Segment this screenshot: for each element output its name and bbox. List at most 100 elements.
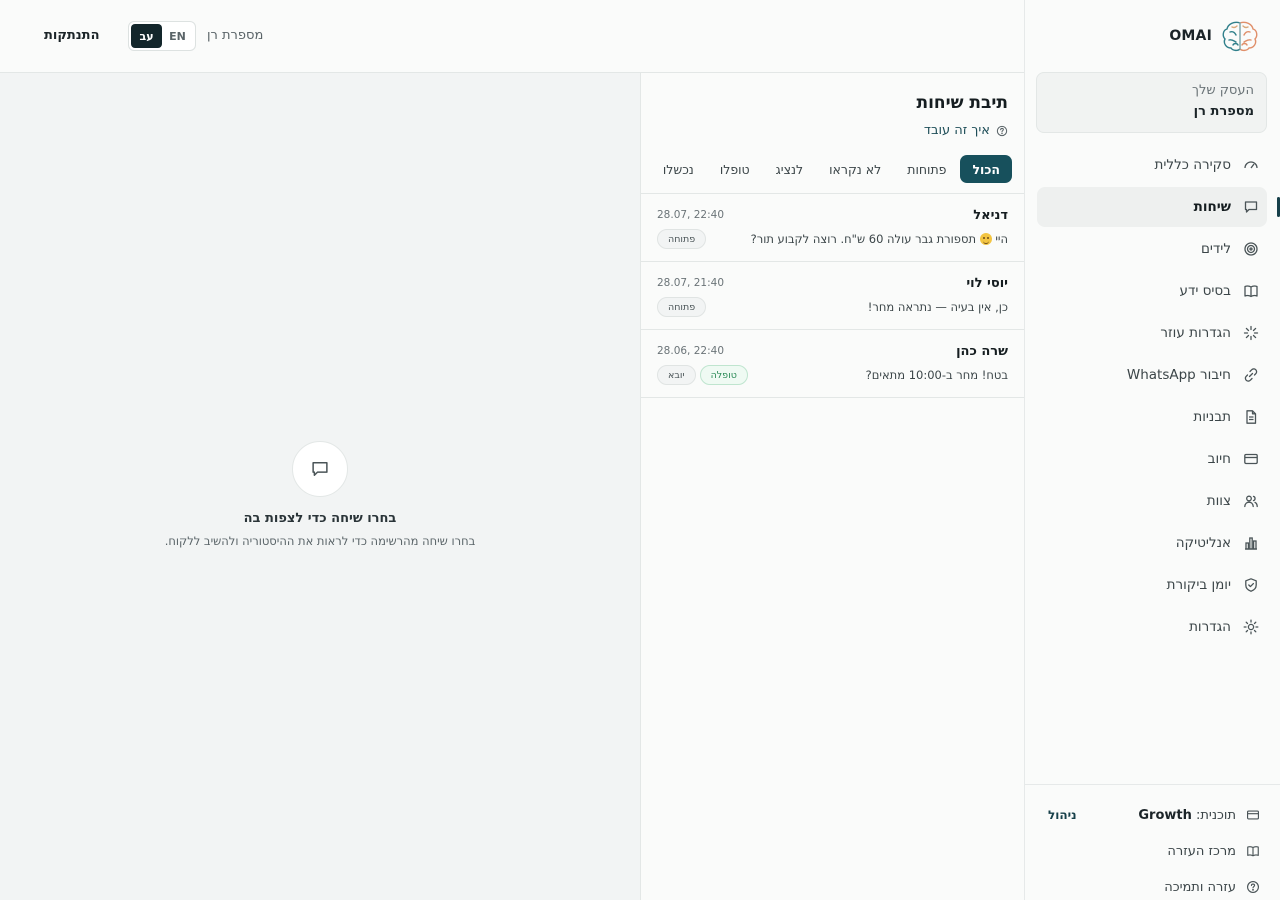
gear-icon	[1243, 619, 1259, 635]
credit-card-icon	[1243, 451, 1259, 467]
plan-prefix: תוכנית:	[1196, 807, 1236, 823]
support-label: עזרה ותמיכה	[1164, 879, 1236, 895]
help-circle-icon	[996, 125, 1008, 137]
preview-text-end: תספורת גבר עולה 60 ש"ח. רוצה לקבוע תור?	[750, 232, 977, 246]
conversation-row[interactable]: דניאל 28.07, 22:40 היי תספורת גבר עולה 6…	[641, 194, 1024, 262]
sidebar-item-label: תבניות	[1193, 409, 1231, 425]
filter-tabs: הכול פתוחות לא נקראו לנציג טופלו נכשלו	[651, 155, 1012, 183]
sidebar-nav: סקירה כללית שיחות לידים בסיס ידע הגדרות …	[1024, 145, 1280, 649]
business-name: מספרת רן	[1193, 104, 1254, 119]
help-circle-icon	[1246, 880, 1260, 894]
sidebar-item-conversations[interactable]: שיחות	[1037, 187, 1280, 227]
document-icon	[1243, 409, 1259, 425]
chat-icon	[1243, 199, 1259, 215]
sidebar-item-leads[interactable]: לידים	[1037, 229, 1267, 269]
conversation-row[interactable]: יוסי לוי 28.07, 21:40 כן, אין בעיה — נתר…	[641, 262, 1024, 330]
topbar: מספרת רן עב EN התנתקות	[0, 0, 1024, 73]
filter-open[interactable]: פתוחות	[895, 155, 958, 183]
plan-name: Growth	[1138, 807, 1192, 823]
book-icon	[1246, 844, 1260, 858]
sidebar-item-knowledge-base[interactable]: בסיס ידע	[1037, 271, 1267, 311]
conversation-preview: היי תספורת גבר עולה 60 ש"ח. רוצה לקבוע ת…	[751, 232, 1008, 246]
page-title: תיבת שיחות	[916, 93, 1008, 113]
imported-badge: יובא	[657, 365, 696, 385]
sidebar-item-analytics[interactable]: אנליטיקה	[1037, 523, 1267, 563]
conversation-name: יוסי לוי	[966, 276, 1008, 291]
link-icon	[1243, 367, 1259, 383]
how-it-works-link[interactable]: איך זה עובד	[924, 123, 1008, 138]
book-icon	[1243, 283, 1259, 299]
sidebar-item-label: הגדרות	[1189, 619, 1231, 635]
support-link[interactable]: עזרה ותמיכה	[1024, 869, 1280, 900]
smile-emoji-icon	[979, 233, 992, 245]
filter-all[interactable]: הכול	[960, 155, 1012, 183]
sidebar: OMAI העסק שלך מספרת רן סקירה כללית שיחות…	[1024, 0, 1280, 900]
sidebar-item-label: הגדרות עוזר	[1160, 325, 1231, 341]
sidebar-item-billing[interactable]: חיוב	[1037, 439, 1267, 479]
plan-row: תוכנית: Growth ניהול	[1024, 797, 1280, 833]
sidebar-item-audit-log[interactable]: יומן ביקורת	[1037, 565, 1267, 605]
chat-icon	[310, 459, 330, 479]
bar-chart-icon	[1243, 535, 1259, 551]
empty-state-icon-wrap	[292, 441, 348, 497]
sidebar-item-label: לידים	[1200, 241, 1231, 257]
manage-plan-link[interactable]: ניהול	[1048, 808, 1077, 822]
sidebar-item-label: חיבור WhatsApp	[1126, 367, 1231, 383]
conversation-row[interactable]: שרה כהן 28.06, 22:40 בטח! מחר ב-10:00 מת…	[641, 330, 1024, 398]
conversation-time: 28.07, 21:40	[657, 277, 724, 289]
sidebar-item-templates[interactable]: תבניות	[1037, 397, 1267, 437]
conversation-name: שרה כהן	[956, 344, 1008, 359]
lang-english-button[interactable]: EN	[162, 24, 193, 48]
sidebar-item-label: בסיס ידע	[1179, 283, 1231, 299]
conversation-preview: כן, אין בעיה — נתראה מחר!	[867, 300, 1008, 314]
logout-button[interactable]: התנתקות	[44, 28, 100, 43]
business-card[interactable]: העסק שלך מספרת רן	[1036, 72, 1267, 133]
conversation-badges: פתוחה	[657, 297, 707, 317]
filter-unread[interactable]: לא נקראו	[817, 155, 893, 183]
lang-hebrew-button[interactable]: עב	[131, 24, 162, 48]
sidebar-item-assistant-settings[interactable]: הגדרות עוזר	[1037, 313, 1267, 353]
conversation-badges: יובא טופלה	[657, 365, 748, 385]
filter-failed[interactable]: נכשלו	[651, 155, 706, 183]
business-label: העסק שלך	[1191, 83, 1254, 98]
sidebar-footer: תוכנית: Growth ניהול מרכז העזרה עזרה ותמ…	[1024, 784, 1280, 900]
status-badge: פתוחה	[657, 229, 707, 249]
target-icon	[1243, 241, 1259, 257]
filter-handled[interactable]: טופלו	[708, 155, 762, 183]
conversation-inbox: תיבת שיחות איך זה עובד הכול פתוחות לא נק…	[640, 73, 1024, 900]
brand-name: OMAI	[1169, 28, 1212, 44]
language-switch: עב EN	[128, 21, 196, 51]
status-badge: טופלה	[699, 365, 748, 385]
gauge-icon	[1243, 157, 1259, 173]
sidebar-item-whatsapp[interactable]: חיבור WhatsApp	[1037, 355, 1267, 395]
conversation-name: דניאל	[973, 208, 1008, 223]
credit-card-icon	[1246, 808, 1260, 822]
status-badge: פתוחה	[657, 297, 707, 317]
sidebar-item-label: סקירה כללית	[1154, 157, 1231, 173]
conversation-time: 28.06, 22:40	[657, 345, 724, 357]
empty-state-title: בחרו שיחה כדי לצפות בה	[243, 511, 397, 526]
how-it-works-label: איך זה עובד	[923, 123, 990, 138]
filter-agent[interactable]: לנציג	[764, 155, 815, 183]
conversation-preview: בטח! מחר ב-10:00 מתאים?	[865, 368, 1008, 382]
empty-state-subtitle: בחרו שיחה מהרשימה כדי לראות את ההיסטוריה…	[164, 534, 476, 548]
sidebar-item-label: יומן ביקורת	[1166, 577, 1231, 593]
plan-label: תוכנית: Growth	[1138, 808, 1236, 823]
sidebar-item-label: צוות	[1206, 493, 1231, 509]
conversation-list: דניאל 28.07, 22:40 היי תספורת גבר עולה 6…	[641, 193, 1024, 398]
help-center-link[interactable]: מרכז העזרה	[1024, 833, 1280, 869]
sidebar-item-settings[interactable]: הגדרות	[1037, 607, 1267, 647]
conversation-empty-state: בחרו שיחה כדי לצפות בה בחרו שיחה מהרשימה…	[0, 73, 640, 900]
brain-icon	[1220, 18, 1260, 54]
conversation-badges: פתוחה	[657, 229, 707, 249]
sparkle-icon	[1243, 325, 1259, 341]
preview-text-start: היי	[995, 232, 1008, 246]
sidebar-item-label: שיחות	[1193, 199, 1231, 215]
users-icon	[1243, 493, 1259, 509]
sidebar-item-label: אנליטיקה	[1175, 535, 1231, 551]
shield-icon	[1243, 577, 1259, 593]
sidebar-item-team[interactable]: צוות	[1037, 481, 1267, 521]
brand[interactable]: OMAI	[1169, 18, 1260, 54]
help-center-label: מרכז העזרה	[1167, 843, 1236, 859]
sidebar-item-overview[interactable]: סקירה כללית	[1037, 145, 1267, 185]
